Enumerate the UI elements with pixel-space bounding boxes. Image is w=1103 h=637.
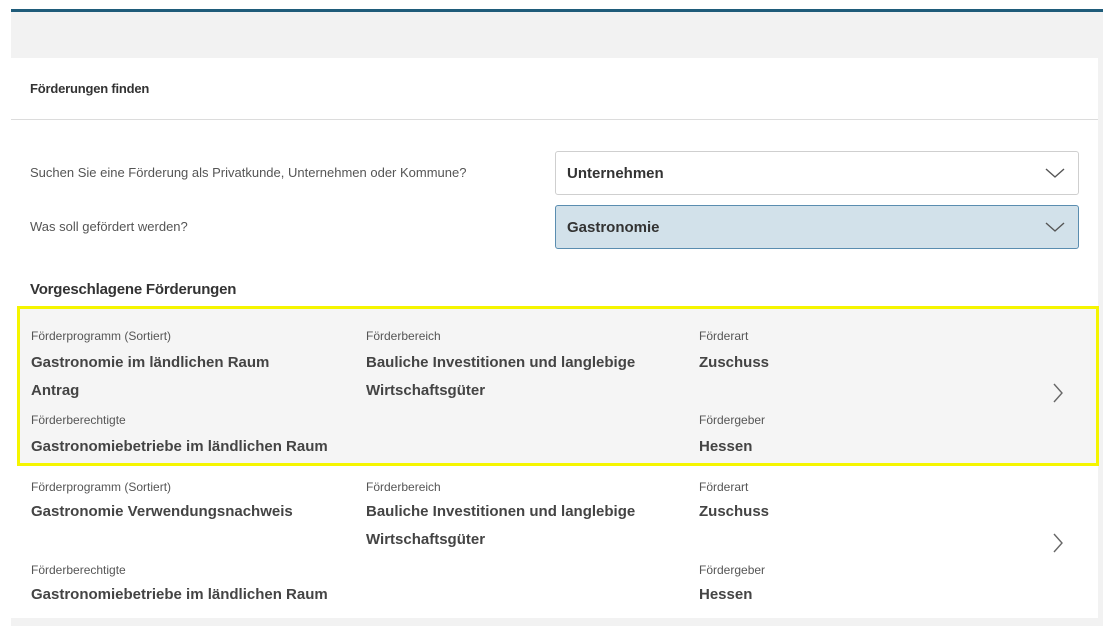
customer-type-value: Unternehmen	[567, 165, 664, 182]
program-value: Gastronomie Verwendungsnachweis	[31, 503, 293, 520]
funder-label: Fördergeber	[699, 413, 766, 427]
program-label: Förderprogramm (Sortiert)	[31, 329, 172, 343]
eligible-value: Gastronomiebetriebe im ländlichen Raum	[31, 438, 328, 455]
question-funding-target-label: Was soll gefördert werden?	[30, 219, 188, 234]
result-card[interactable]: Förderprogramm (Sortiert) Gastronomie Ve…	[17, 477, 1099, 637]
result-card[interactable]: Förderprogramm (Sortiert) Gastronomie im…	[17, 306, 1099, 466]
funder-value: Hessen	[699, 586, 753, 603]
funder-value: Hessen	[699, 438, 753, 455]
area-value-line2: Wirtschaftsgüter	[366, 382, 486, 399]
program-label: Förderprogramm (Sortiert)	[31, 480, 172, 494]
type-label: Förderart	[699, 329, 749, 343]
eligible-label: Förderberechtigte	[31, 563, 126, 577]
area-value: Bauliche Investitionen und langlebige	[366, 503, 636, 520]
chevron-down-icon	[1045, 168, 1065, 178]
program-value: Gastronomie im ländlichen Raum	[31, 354, 270, 371]
type-label: Förderart	[699, 480, 749, 494]
customer-type-select[interactable]: Unternehmen	[555, 151, 1079, 195]
area-value: Bauliche Investitionen und langlebige	[366, 354, 636, 371]
panel-title: Förderungen finden	[30, 81, 150, 96]
type-value: Zuschuss	[699, 503, 770, 520]
panel-header	[11, 58, 1098, 120]
type-value: Zuschuss	[699, 354, 770, 371]
header-strip	[11, 12, 1103, 58]
funding-target-select[interactable]: Gastronomie	[555, 205, 1079, 249]
program-value-line2: Antrag	[31, 382, 80, 399]
funder-label: Fördergeber	[699, 563, 766, 577]
chevron-right-icon[interactable]	[1051, 532, 1065, 554]
chevron-down-icon	[1045, 222, 1065, 232]
eligible-value: Gastronomiebetriebe im ländlichen Raum	[31, 586, 328, 603]
area-value-line2: Wirtschaftsgüter	[366, 531, 486, 548]
area-label: Förderbereich	[366, 480, 441, 494]
eligible-label: Förderberechtigte	[31, 413, 126, 427]
chevron-right-icon[interactable]	[1051, 382, 1065, 404]
results-title: Vorgeschlagene Förderungen	[30, 281, 237, 298]
question-customer-type-label: Suchen Sie eine Förderung als Privatkund…	[30, 165, 467, 180]
area-label: Förderbereich	[366, 329, 441, 343]
funding-target-value: Gastronomie	[567, 219, 660, 236]
